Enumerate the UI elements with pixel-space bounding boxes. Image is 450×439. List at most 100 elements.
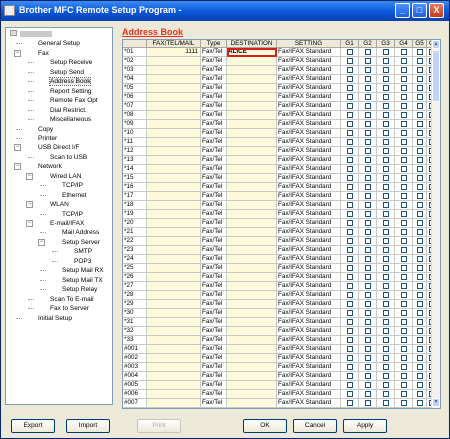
destination-cell[interactable] [227, 318, 277, 327]
tree-item[interactable]: Setup Mail TX [62, 276, 103, 285]
group-checkbox[interactable] [347, 192, 353, 199]
row-id-cell[interactable]: #005 [123, 381, 147, 390]
setting-cell[interactable]: Fax/IFAX Standard [277, 84, 341, 93]
tree-item[interactable]: Setup Server [62, 238, 100, 247]
group-checkbox[interactable] [365, 129, 371, 136]
export-button[interactable]: Export [11, 419, 55, 433]
group-checkbox[interactable] [383, 372, 389, 379]
setting-cell[interactable]: Fax/IFAX Standard [277, 336, 341, 345]
group-checkbox[interactable] [401, 318, 407, 325]
fax-number-cell[interactable] [147, 336, 201, 345]
destination-cell[interactable] [227, 165, 277, 174]
group-checkbox[interactable] [365, 390, 371, 397]
group-checkbox[interactable] [365, 291, 371, 298]
fax-number-cell[interactable] [147, 363, 201, 372]
setting-cell[interactable]: Fax/IFAX Standard [277, 282, 341, 291]
fax-number-cell[interactable] [147, 255, 201, 264]
setting-cell[interactable]: Fax/IFAX Standard [277, 111, 341, 120]
row-id-cell[interactable]: *29 [123, 300, 147, 309]
tree-item[interactable]: Fax to Server [50, 304, 89, 313]
group-checkbox[interactable] [401, 210, 407, 217]
group-checkbox[interactable] [383, 120, 389, 127]
group-checkbox[interactable] [383, 237, 389, 244]
column-header[interactable] [123, 40, 147, 48]
row-id-cell[interactable]: *09 [123, 120, 147, 129]
setting-cell[interactable]: Fax/IFAX Standard [277, 237, 341, 246]
group-checkbox[interactable] [401, 399, 407, 406]
group-checkbox[interactable] [365, 48, 371, 55]
type-cell[interactable]: Fax/Tel [201, 219, 227, 228]
group-checkbox[interactable] [383, 390, 389, 397]
group-checkbox[interactable] [401, 129, 407, 136]
setting-cell[interactable]: Fax/IFAX Standard [277, 192, 341, 201]
group-checkbox[interactable] [383, 147, 389, 154]
maximize-button[interactable]: □ [412, 3, 427, 18]
group-checkbox[interactable] [347, 282, 353, 289]
group-checkbox[interactable] [365, 363, 371, 370]
group-checkbox[interactable] [365, 147, 371, 154]
setting-cell[interactable]: Fax/IFAX Standard [277, 210, 341, 219]
destination-cell[interactable] [227, 282, 277, 291]
destination-cell[interactable] [227, 381, 277, 390]
group-checkbox[interactable] [417, 381, 423, 388]
group-checkbox[interactable] [365, 174, 371, 181]
group-checkbox[interactable] [417, 129, 423, 136]
group-checkbox[interactable] [365, 228, 371, 235]
scroll-thumb[interactable] [432, 50, 440, 102]
group-checkbox[interactable] [347, 84, 353, 91]
collapse-icon[interactable]: − [26, 220, 33, 227]
group-checkbox[interactable] [401, 120, 407, 127]
column-header[interactable]: DESTINATION [227, 40, 277, 48]
setting-cell[interactable]: Fax/IFAX Standard [277, 264, 341, 273]
fax-number-cell[interactable] [147, 354, 201, 363]
group-checkbox[interactable] [401, 255, 407, 262]
group-checkbox[interactable] [347, 291, 353, 298]
row-id-cell[interactable]: *08 [123, 111, 147, 120]
fax-number-cell[interactable] [147, 174, 201, 183]
fax-number-cell[interactable] [147, 282, 201, 291]
import-button[interactable]: Import [66, 419, 110, 433]
tree-item[interactable]: Miscellaneous [50, 115, 91, 124]
destination-cell[interactable] [227, 228, 277, 237]
group-checkbox[interactable] [417, 201, 423, 208]
row-id-cell[interactable]: #006 [123, 390, 147, 399]
column-header[interactable]: FAX/TEL/MAIL [147, 40, 201, 48]
apply-button[interactable]: Apply [343, 419, 387, 433]
group-checkbox[interactable] [347, 57, 353, 64]
row-id-cell[interactable]: *21 [123, 228, 147, 237]
collapse-icon[interactable]: − [14, 49, 21, 57]
group-checkbox[interactable] [365, 264, 371, 271]
type-cell[interactable]: Fax/Tel [201, 84, 227, 93]
group-checkbox[interactable] [383, 165, 389, 172]
setting-cell[interactable]: Fax/IFAX Standard [277, 228, 341, 237]
cancel-button[interactable]: Cancel [293, 419, 337, 433]
group-checkbox[interactable] [401, 192, 407, 199]
group-checkbox[interactable] [417, 75, 423, 82]
group-checkbox[interactable] [347, 210, 353, 217]
type-cell[interactable]: Fax/Tel [201, 48, 227, 57]
collapse-icon[interactable]: − [38, 238, 45, 246]
group-checkbox[interactable] [401, 372, 407, 379]
group-checkbox[interactable] [417, 309, 423, 316]
column-header[interactable]: G3 [377, 40, 395, 48]
type-cell[interactable]: Fax/Tel [201, 399, 227, 408]
tree-item[interactable]: Ethernet [62, 191, 87, 200]
setting-cell[interactable]: Fax/IFAX Standard [277, 201, 341, 210]
fax-number-cell[interactable] [147, 300, 201, 309]
group-checkbox[interactable] [347, 228, 353, 235]
group-checkbox[interactable] [383, 75, 389, 82]
row-id-cell[interactable]: *19 [123, 210, 147, 219]
row-id-cell[interactable]: *24 [123, 255, 147, 264]
group-checkbox[interactable] [347, 273, 353, 280]
fax-number-cell[interactable] [147, 75, 201, 84]
group-checkbox[interactable] [401, 309, 407, 316]
fax-number-cell[interactable] [147, 93, 201, 102]
tree-item[interactable]: Mail Address [62, 228, 99, 237]
group-checkbox[interactable] [347, 129, 353, 136]
destination-cell[interactable] [227, 138, 277, 147]
group-checkbox[interactable] [417, 48, 423, 55]
setting-cell[interactable]: Fax/IFAX Standard [277, 93, 341, 102]
group-checkbox[interactable] [401, 228, 407, 235]
group-checkbox[interactable] [401, 282, 407, 289]
fax-number-cell[interactable] [147, 147, 201, 156]
